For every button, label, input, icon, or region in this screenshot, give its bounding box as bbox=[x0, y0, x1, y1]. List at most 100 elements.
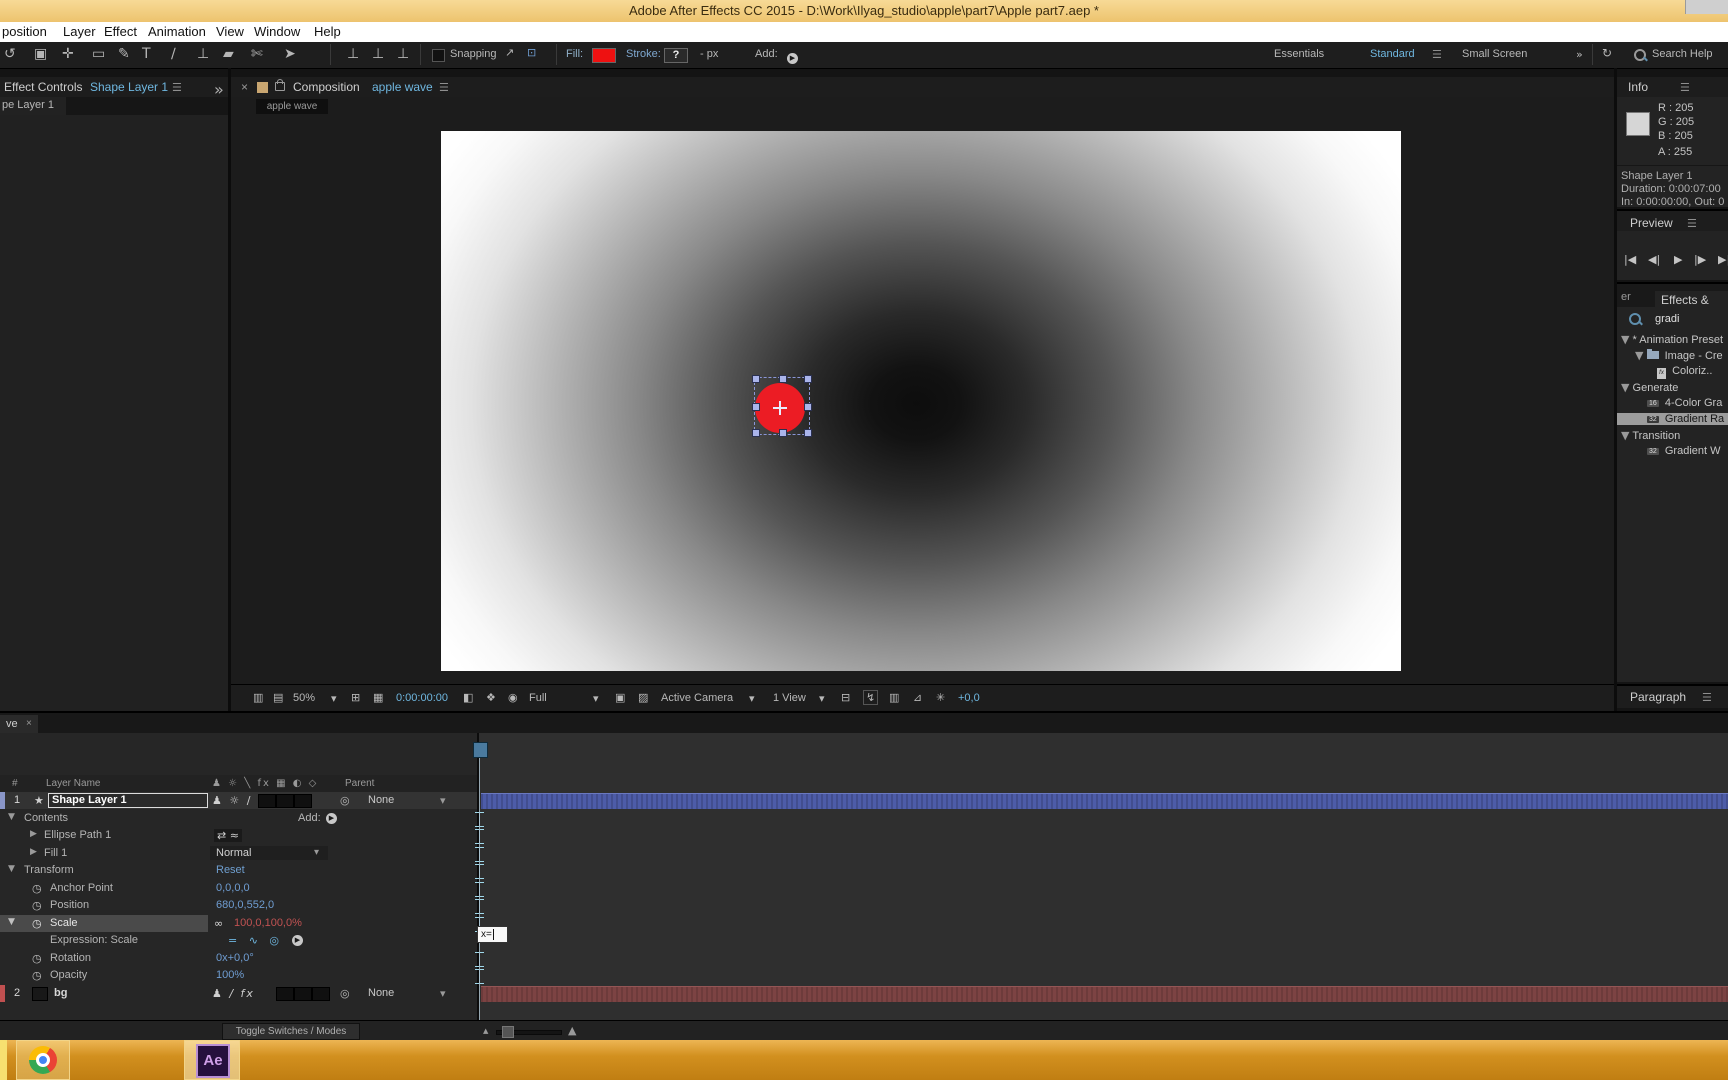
tab-paragraph[interactable]: Paragraph bbox=[1630, 690, 1686, 704]
layer-name[interactable]: bg bbox=[54, 987, 67, 999]
opacity-value[interactable]: 100% bbox=[216, 969, 244, 981]
roto-brush-tool-icon[interactable]: ✄ bbox=[251, 46, 263, 62]
layer1-duration-bar[interactable] bbox=[481, 793, 1728, 809]
tree-colorize-preset[interactable]: fx Coloriz.. bbox=[1657, 365, 1712, 379]
layer-switches[interactable]: ♟ ☼ ∕ bbox=[212, 794, 252, 807]
region-of-interest-icon[interactable]: ▣ bbox=[615, 691, 625, 704]
effects-search-input[interactable]: gradi bbox=[1655, 313, 1679, 325]
titlebar[interactable]: Adobe After Effects CC 2015 - D:\Work\Il… bbox=[0, 0, 1728, 22]
first-frame-button[interactable]: |◀ bbox=[1624, 253, 1636, 266]
pan-behind-tool-icon[interactable]: ✛ bbox=[62, 46, 74, 62]
position-value[interactable]: 680,0,552,0 bbox=[216, 899, 274, 911]
path-direction-toggles[interactable]: ⇄ ≈ bbox=[214, 829, 242, 842]
panel-menu-icon[interactable]: ☰ bbox=[1702, 691, 1712, 704]
layer-row-1[interactable]: 1 ★ Shape Layer 1 ♟ ☼ ∕ ◎ None ▾ bbox=[0, 792, 477, 809]
scale-value[interactable]: 100,0,100,0% bbox=[234, 917, 302, 929]
expression-play-icon[interactable]: ▶ bbox=[292, 934, 303, 946]
rotation-value[interactable]: 0x+0,0° bbox=[216, 952, 254, 964]
selection-handle[interactable] bbox=[804, 429, 812, 437]
tab-effect-controls[interactable]: Effect Controls bbox=[4, 80, 82, 94]
property-name[interactable]: Expression: Scale bbox=[50, 934, 138, 946]
fill-color-swatch[interactable] bbox=[592, 48, 616, 63]
workspace-standard[interactable]: Standard bbox=[1370, 48, 1415, 60]
selection-handle[interactable] bbox=[752, 429, 760, 437]
tab-preview[interactable]: Preview bbox=[1630, 216, 1673, 230]
tree-transition[interactable]: ▼ Transition bbox=[1621, 429, 1680, 442]
menu-help[interactable]: Help bbox=[314, 24, 341, 39]
tree-animation-presets[interactable]: ▼ * Animation Preset bbox=[1621, 333, 1723, 346]
taskbar-chrome-button[interactable] bbox=[16, 1040, 70, 1080]
exposure-icon[interactable]: ✳ bbox=[936, 691, 945, 704]
switch-cell[interactable] bbox=[294, 794, 312, 808]
snap-box-icon[interactable]: ⊡ bbox=[527, 46, 536, 59]
property-name[interactable]: Transform bbox=[24, 864, 74, 876]
caret-icon[interactable]: ▼ bbox=[1621, 333, 1629, 346]
next-frame-button[interactable]: |▶ bbox=[1694, 253, 1706, 266]
menu-window[interactable]: Window bbox=[254, 24, 300, 39]
toggle-switches-modes-button[interactable]: Toggle Switches / Modes bbox=[222, 1023, 360, 1040]
property-row-scale[interactable]: ▼ ◷ Scale ∞ 100,0,100,0% bbox=[0, 915, 477, 932]
rotation-tool-icon[interactable]: ↺ bbox=[4, 46, 16, 62]
view-dropdown-icon[interactable]: ▾ bbox=[819, 692, 825, 705]
caret-icon[interactable]: ▼ bbox=[1635, 349, 1643, 362]
camera-select[interactable]: Active Camera bbox=[661, 692, 733, 704]
caret-icon[interactable]: ▼ bbox=[1621, 381, 1629, 394]
selection-handle[interactable] bbox=[804, 403, 812, 411]
main-monitor-icon[interactable]: ▤ bbox=[273, 691, 283, 704]
timeline-track-area[interactable] bbox=[477, 733, 1728, 1020]
workspace-small-screen[interactable]: Small Screen bbox=[1462, 48, 1527, 60]
stopwatch-icon[interactable]: ◷ bbox=[32, 969, 42, 982]
switch-cell[interactable] bbox=[276, 987, 294, 1001]
switch-cell[interactable] bbox=[258, 794, 276, 808]
fill-label[interactable]: Fill: bbox=[566, 48, 583, 60]
property-row-transform[interactable]: ▼ Transform Reset bbox=[0, 862, 477, 879]
menu-view[interactable]: View bbox=[216, 24, 244, 39]
always-preview-icon[interactable]: ▥ bbox=[253, 691, 263, 704]
search-help-label[interactable]: Search Help bbox=[1652, 48, 1713, 60]
expression-editor-field[interactable]: x= bbox=[477, 926, 508, 943]
axis-view-icon[interactable]: ⊥ bbox=[397, 46, 409, 62]
taskbar-after-effects-button[interactable]: Ae bbox=[184, 1040, 240, 1080]
expression-icons[interactable]: = ∿ ◎ bbox=[228, 934, 283, 947]
stopwatch-icon[interactable]: ◷ bbox=[32, 952, 42, 965]
parent-pickwhip-icon[interactable]: ◎ bbox=[340, 987, 350, 1000]
anchor-point-value[interactable]: 0,0,0,0 bbox=[216, 882, 250, 894]
parent-select[interactable]: None bbox=[368, 794, 394, 806]
last-frame-button[interactable]: ▶| bbox=[1718, 253, 1728, 266]
panel-menu-icon[interactable]: ☰ bbox=[439, 81, 449, 94]
tree-gradient-wipe[interactable]: 32 Gradient W bbox=[1647, 445, 1721, 457]
panel-menu-icon[interactable]: ☰ bbox=[1680, 81, 1690, 94]
property-row-rotation[interactable]: ◷ Rotation 0x+0,0° bbox=[0, 950, 477, 967]
panel-menu-icon[interactable]: ☰ bbox=[172, 81, 182, 94]
caret-icon[interactable]: ▶ bbox=[30, 847, 37, 857]
stopwatch-icon[interactable]: ◷ bbox=[32, 917, 42, 930]
property-name[interactable]: Position bbox=[50, 899, 89, 911]
property-name[interactable]: Rotation bbox=[50, 952, 91, 964]
layer-name-editbox[interactable]: Shape Layer 1 bbox=[48, 793, 208, 808]
workspace-overflow-icon[interactable]: » bbox=[1576, 48, 1583, 61]
caret-icon[interactable]: ▼ bbox=[1621, 429, 1629, 442]
tab-comp-name[interactable]: apple wave bbox=[372, 80, 433, 94]
timeline-tab[interactable]: ve bbox=[0, 715, 38, 735]
property-row-ellipse-path[interactable]: ▶ Ellipse Path 1 ⇄ ≈ bbox=[0, 827, 477, 844]
timeline-zoom-slider-handle[interactable] bbox=[502, 1026, 514, 1038]
subtab-shape-layer[interactable]: pe Layer 1 bbox=[0, 97, 66, 115]
selection-handle[interactable] bbox=[779, 429, 787, 437]
brush-tool-icon[interactable]: ∕ bbox=[171, 46, 176, 62]
zoom-dropdown-icon[interactable]: ▾ bbox=[331, 692, 337, 705]
stroke-label[interactable]: Stroke: bbox=[626, 48, 661, 60]
tab-partial[interactable]: er bbox=[1621, 291, 1631, 303]
puppet-pin-tool-icon[interactable]: ➤ bbox=[284, 46, 296, 62]
transparency-grid-icon[interactable]: ▨ bbox=[638, 691, 648, 704]
col-number[interactable]: # bbox=[12, 778, 18, 789]
layer-row-2-bg[interactable]: 2 bg ♟ ∕ fx ◎ None ▾ bbox=[0, 985, 477, 1002]
zoom-in-mountain-icon[interactable]: ▲ bbox=[568, 1024, 576, 1037]
parent-dropdown-icon[interactable]: ▾ bbox=[440, 794, 446, 807]
effects-search-icon[interactable] bbox=[1629, 313, 1641, 325]
comp-canvas-gradient[interactable] bbox=[441, 131, 1401, 671]
shape-tool-icon[interactable]: ▭ bbox=[92, 46, 105, 62]
stroke-color-swatch[interactable]: ? bbox=[664, 48, 688, 63]
start-button-edge[interactable] bbox=[0, 1040, 7, 1080]
effect-controls-target[interactable]: Shape Layer 1 bbox=[90, 80, 168, 94]
snapping-checkbox[interactable] bbox=[432, 49, 445, 62]
